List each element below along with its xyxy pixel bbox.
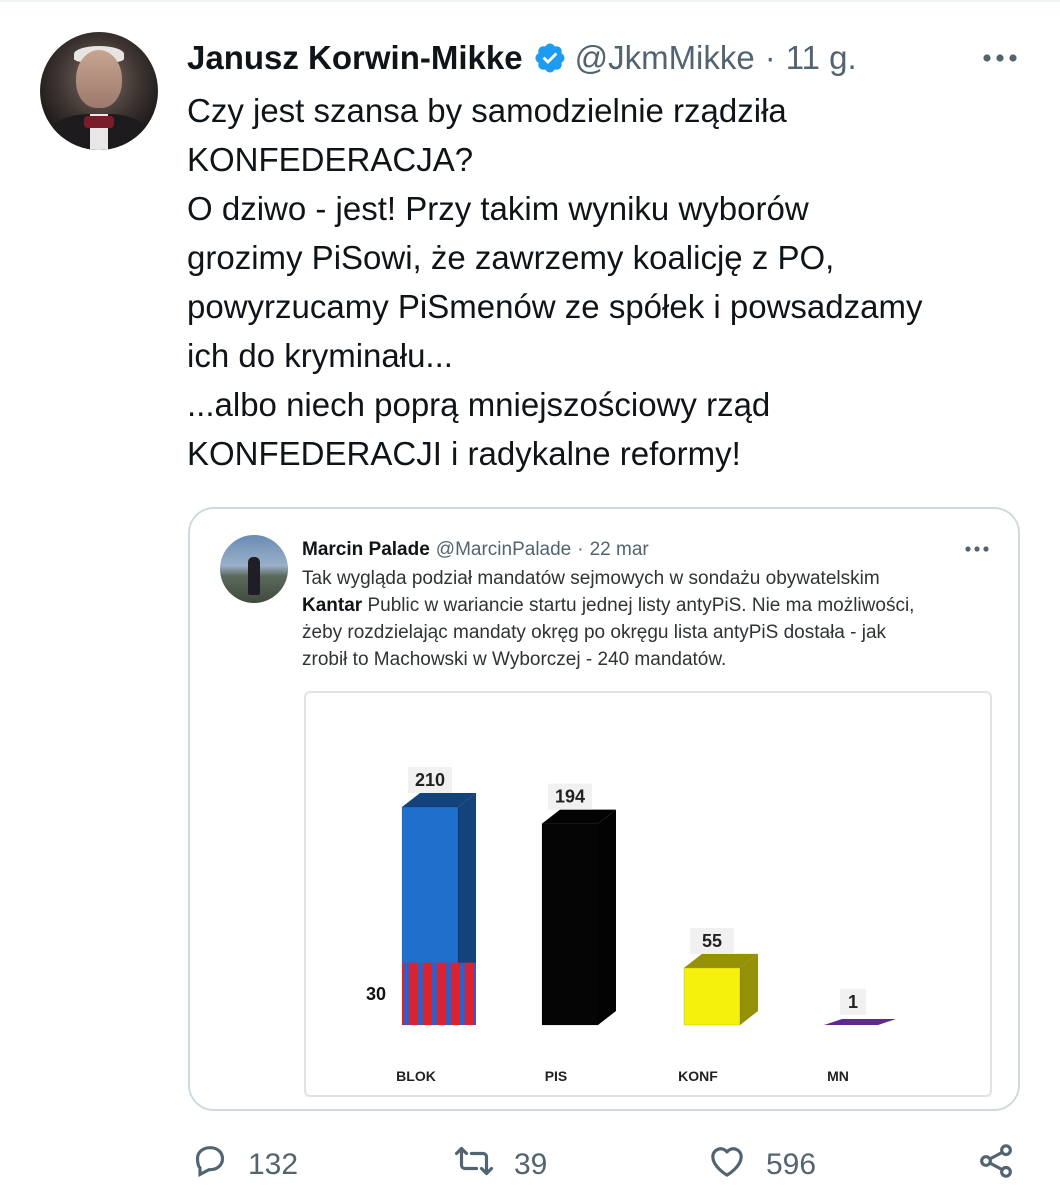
quoted-author-name[interactable]: Marcin Palade xyxy=(302,539,430,561)
separator-dot: · xyxy=(577,539,584,560)
reply-button[interactable]: 132 xyxy=(190,1140,298,1190)
retweet-count: 39 xyxy=(514,1148,548,1181)
verified-badge-icon xyxy=(533,41,567,75)
quoted-author-handle[interactable]: @MarcinPalade xyxy=(436,539,571,561)
author-avatar[interactable] xyxy=(40,32,158,150)
tweet-line: KONFEDERACJA? xyxy=(187,141,474,178)
tweet-actions: 132 39 596 xyxy=(0,1140,1060,1192)
bar-MN xyxy=(824,1019,896,1025)
retweet-button[interactable]: 39 xyxy=(452,1140,547,1190)
value-label-BLOK: 210 xyxy=(415,770,445,790)
like-button[interactable]: 596 xyxy=(706,1140,816,1190)
quoted-tweet-header: Marcin Palade @MarcinPalade · 22 mar xyxy=(302,535,649,565)
tweet-line: grozimy PiSowi, że zawrzemy koalicję z P… xyxy=(187,239,835,276)
share-button[interactable] xyxy=(976,1140,1034,1190)
tweet-line: O dziwo - jest! Przy takim wyniku wyboró… xyxy=(187,190,809,227)
share-icon xyxy=(976,1141,1034,1189)
quoted-tweet[interactable]: Marcin Palade @MarcinPalade · 22 mar Tak… xyxy=(188,507,1020,1111)
category-label-KONF: KONF xyxy=(678,1068,718,1084)
separator-dot: · xyxy=(764,39,776,76)
bar-PIS xyxy=(541,823,599,1026)
tweet-time[interactable]: 11 g. xyxy=(786,39,857,77)
reply-icon xyxy=(190,1141,248,1189)
quoted-tweet-date[interactable]: 22 mar xyxy=(590,539,649,561)
quoted-line: Tak wygląda podział mandatów sejmowych w… xyxy=(302,568,880,589)
category-label-BLOK: BLOK xyxy=(396,1068,436,1084)
category-label-MN: MN xyxy=(827,1068,849,1084)
tweet-line: powyrzucamy PiSmenów ze spółek i powsadz… xyxy=(187,288,923,325)
value-label-MN: 1 xyxy=(848,992,858,1012)
retweet-icon xyxy=(452,1141,514,1189)
bar-segment-BLOK xyxy=(402,962,476,1025)
tweet-header: Janusz Korwin-Mikke @JkmMikke · 11 g. xyxy=(187,34,857,82)
segment-label-BLOK: 30 xyxy=(366,984,386,1004)
quoted-line: Kantar Public w wariancie startu jednej … xyxy=(302,592,1002,619)
value-label-KONF: 55 xyxy=(702,931,722,951)
like-count: 596 xyxy=(766,1148,817,1181)
bar-KONF xyxy=(683,967,741,1026)
category-label-PIS: PIS xyxy=(545,1068,568,1084)
author-handle[interactable]: @JkmMikke xyxy=(575,39,755,77)
tweet-line: KONFEDERACJI i radykalne reformy! xyxy=(187,435,741,472)
tweet-text: Czy jest szansa by samodzielnie rządziła… xyxy=(187,86,1027,478)
value-label-PIS: 194 xyxy=(555,787,585,807)
author-name[interactable]: Janusz Korwin-Mikke xyxy=(187,39,523,77)
more-icon[interactable] xyxy=(962,539,992,559)
quoted-line: zrobił to Machowski w Wyborczej - 240 ma… xyxy=(302,649,727,670)
quoted-line: żeby rozdzielając mandaty okręg po okręg… xyxy=(302,622,887,643)
tweet-line: ich do kryminału... xyxy=(187,337,453,374)
tweet-line: Czy jest szansa by samodzielnie rządziła xyxy=(187,92,787,129)
reply-count: 132 xyxy=(248,1148,299,1181)
bar-chart: 30 210 BLOK 194 PIS 55 KONF 1 MN xyxy=(366,767,896,1084)
quoted-bold-word: Kantar xyxy=(302,595,363,616)
more-icon[interactable] xyxy=(978,38,1022,78)
chart-image[interactable]: 30 210 BLOK 194 PIS 55 KONF 1 MN xyxy=(304,691,992,1097)
like-icon xyxy=(706,1141,766,1189)
tweet-line: ...albo niech poprą mniejszościowy rząd xyxy=(187,386,771,423)
bar-side-PIS xyxy=(598,809,616,1025)
quoted-author-avatar[interactable] xyxy=(220,535,288,603)
top-divider xyxy=(0,0,1060,2)
quoted-tweet-text: Tak wygląda podział mandatów sejmowych w… xyxy=(302,565,1002,673)
quoted-line-rest: Public w wariancie startu jednej listy a… xyxy=(362,595,915,616)
